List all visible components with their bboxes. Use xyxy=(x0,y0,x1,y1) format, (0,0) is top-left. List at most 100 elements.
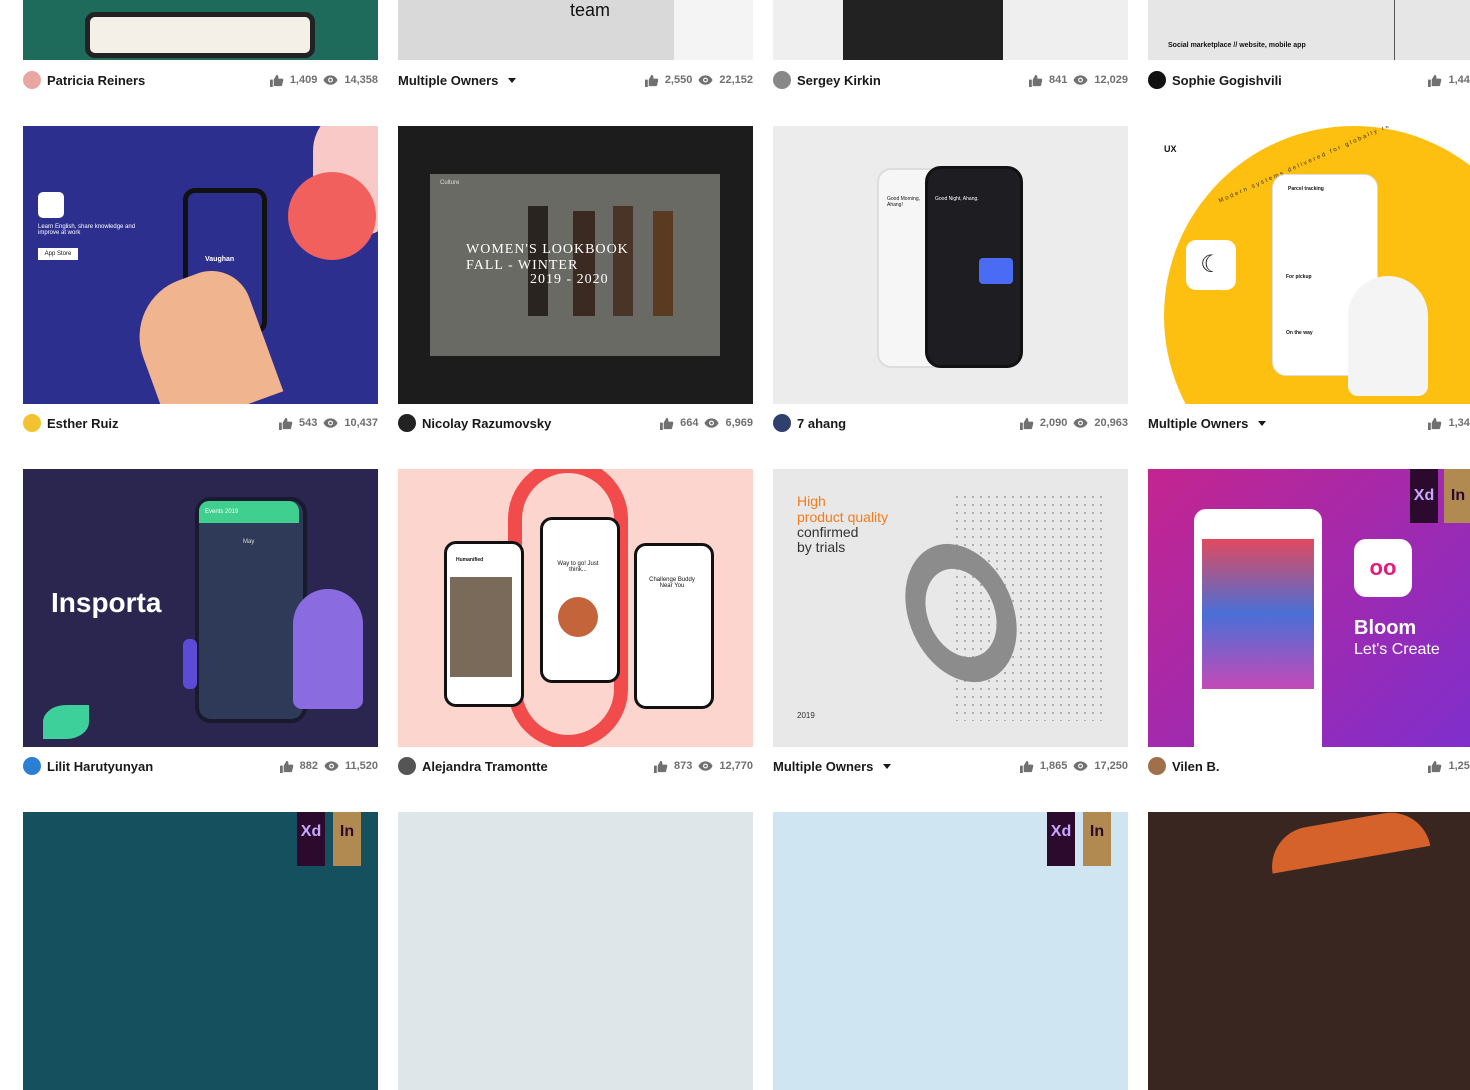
owner-link[interactable]: Lilit Harutyunyan xyxy=(23,757,153,775)
views-stat: 22,152 xyxy=(698,74,753,87)
thumbs-up-icon xyxy=(1019,760,1034,773)
avatar[interactable] xyxy=(398,414,416,432)
owner-name[interactable]: Vilen B. xyxy=(1172,759,1219,774)
project-stats: 1,440 xyxy=(1427,74,1470,87)
owner-name[interactable]: 7 ahang xyxy=(797,416,846,431)
project-thumbnail[interactable] xyxy=(1148,812,1470,1090)
thumbs-up-icon xyxy=(279,760,294,773)
avatar[interactable] xyxy=(23,414,41,432)
owner-name[interactable]: Esther Ruiz xyxy=(47,416,119,431)
thumb-figure xyxy=(843,0,1003,60)
views-count: 10,437 xyxy=(344,417,378,429)
project-meta: Esther Ruiz 543 10,437 xyxy=(23,412,378,434)
owner-name[interactable]: Multiple Owners xyxy=(773,759,873,774)
views-count: 22,152 xyxy=(719,74,753,86)
thumb-plant xyxy=(293,589,363,709)
owner-name[interactable]: Lilit Harutyunyan xyxy=(47,759,153,774)
owner-name[interactable]: Patricia Reiners xyxy=(47,73,145,88)
project-thumbnail[interactable]: Xd In xyxy=(23,812,378,1090)
owner-name[interactable]: Multiple Owners xyxy=(1148,416,1248,431)
thumb-food xyxy=(558,597,598,637)
project-stats: 664 6,969 xyxy=(659,417,753,430)
project-thumbnail[interactable] xyxy=(398,812,753,1090)
avatar[interactable] xyxy=(773,71,791,89)
avatar[interactable] xyxy=(398,757,416,775)
chevron-down-icon[interactable] xyxy=(508,77,517,83)
owner-name[interactable]: Multiple Owners xyxy=(398,73,498,88)
owner-link[interactable]: 7 ahang xyxy=(773,414,846,432)
thumb-text: Challenge Buddy Near You xyxy=(649,577,695,589)
project-stats: 1,409 14,358 xyxy=(269,74,378,87)
appreciations-count: 1,440 xyxy=(1448,74,1470,86)
appreciations-count: 841 xyxy=(1048,74,1068,86)
views-stat: 12,029 xyxy=(1073,74,1128,87)
in-badge: In xyxy=(1083,812,1111,866)
appreciations-count: 1,255 xyxy=(1448,760,1470,772)
owner-name[interactable]: Nicolay Razumovsky xyxy=(422,416,551,431)
views-count: 20,963 xyxy=(1094,417,1128,429)
thumb-text: Vaughan xyxy=(205,256,235,263)
project-thumbnail[interactable]: Xd In xyxy=(773,812,1128,1090)
project-thumbnail[interactable] xyxy=(773,0,1128,60)
views-count: 12,029 xyxy=(1094,74,1128,86)
owner-name[interactable]: Sergey Kirkin xyxy=(797,73,881,88)
multiple-owners-dropdown[interactable]: Multiple Owners xyxy=(773,759,892,774)
chevron-down-icon[interactable] xyxy=(1258,420,1267,426)
project-thumbnail[interactable] xyxy=(23,0,378,60)
thumb-text: Good Night, Ahang. xyxy=(935,196,979,202)
thumb-person xyxy=(613,206,633,316)
owner-link[interactable]: Vilen B. xyxy=(1148,757,1219,775)
owner-name[interactable]: Alejandra Tramontte xyxy=(422,759,548,774)
avatar[interactable] xyxy=(773,414,791,432)
appreciations-stat: 1,440 xyxy=(1427,74,1470,87)
views-count: 12,770 xyxy=(719,760,753,772)
owner-link[interactable]: Alejandra Tramontte xyxy=(398,757,548,775)
thumb-person xyxy=(653,211,673,316)
thumb-text: May xyxy=(243,539,255,545)
owner-name[interactable]: Sophie Gogishvili xyxy=(1172,73,1282,88)
thumb-logo xyxy=(38,192,64,218)
in-badge: In xyxy=(333,812,361,866)
project-thumbnail[interactable]: UXModern systems delivered for globally … xyxy=(1148,126,1470,404)
thumb-text: WOMEN'S LOOKBOOK xyxy=(466,242,629,257)
chevron-down-icon[interactable] xyxy=(883,763,892,769)
project-thumbnail[interactable]: WebuilteamVacanciesGaming HubsServices xyxy=(398,0,753,60)
owner-link[interactable]: Nicolay Razumovsky xyxy=(398,414,551,432)
multiple-owners-dropdown[interactable]: Multiple Owners xyxy=(1148,416,1267,431)
views-stat: 6,969 xyxy=(704,417,753,430)
eye-icon xyxy=(323,74,338,87)
thumbs-up-icon xyxy=(659,417,674,430)
eye-icon xyxy=(324,760,339,773)
avatar[interactable] xyxy=(1148,757,1166,775)
thumb-text: product quality xyxy=(797,509,889,525)
avatar[interactable] xyxy=(1148,71,1166,89)
thumbs-up-icon xyxy=(653,760,668,773)
views-stat: 14,358 xyxy=(323,74,378,87)
project-thumbnail[interactable]: Xd In oo Bloom Let's Create xyxy=(1148,469,1470,747)
avatar[interactable] xyxy=(23,757,41,775)
owner-link[interactable]: Esther Ruiz xyxy=(23,414,119,432)
owner-link[interactable]: Sophie Gogishvili xyxy=(1148,71,1282,89)
owner-link[interactable]: Sergey Kirkin xyxy=(773,71,881,89)
project-thumbnail[interactable]: High product quality confirmed by trials 201… xyxy=(773,469,1128,747)
owner-link[interactable]: Patricia Reiners xyxy=(23,71,145,89)
thumb-panel xyxy=(674,0,753,60)
eye-icon xyxy=(323,417,338,430)
project-thumbnail[interactable]: Good Morning, Ahang! Good Night, Ahang. xyxy=(773,126,1128,404)
thumb-phone xyxy=(85,12,315,58)
project-thumbnail[interactable]: Culture WOMEN'S LOOKBOOK FALL - WINTER 2019… xyxy=(398,126,753,404)
multiple-owners-dropdown[interactable]: Multiple Owners xyxy=(398,73,517,88)
thumb-text: On the way xyxy=(1286,330,1313,336)
views-count: 11,520 xyxy=(344,760,378,772)
views-stat: 17,250 xyxy=(1073,760,1128,773)
project-thumbnail[interactable]: Events 2019 May Insporta xyxy=(23,469,378,747)
bloom-logo: oo xyxy=(1354,539,1412,597)
avatar[interactable] xyxy=(23,71,41,89)
project-stats: 841 12,029 xyxy=(1028,74,1128,87)
project-meta: Nicolay Razumovsky 664 6,969 xyxy=(398,412,753,434)
project-thumbnail[interactable]: Social marketplace // website, mobile ap… xyxy=(1148,0,1470,60)
eye-icon xyxy=(698,760,713,773)
project-thumbnail[interactable]: Learn English, share knowledge and impro… xyxy=(23,126,378,404)
project-thumbnail[interactable]: Humanified Way to go! Just think... Challe… xyxy=(398,469,753,747)
thumb-shape xyxy=(1265,812,1431,874)
